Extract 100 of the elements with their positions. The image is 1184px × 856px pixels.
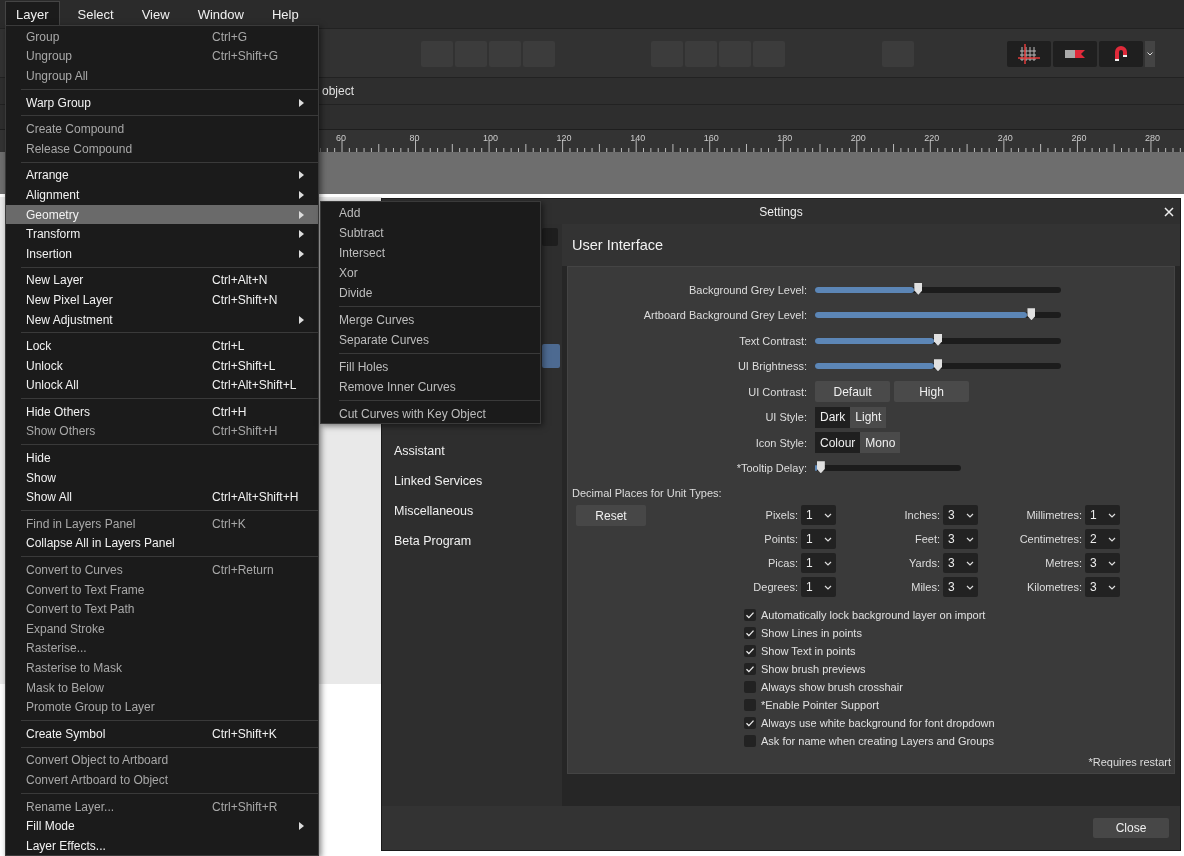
shape-icon[interactable] [1053,41,1097,67]
decimal-dropdown[interactable]: 1 [801,505,836,525]
submenu-arrow-icon [299,315,304,324]
menu-item[interactable]: Unlock All Ctrl+Alt+Shift+L [6,375,318,396]
unit-label: Millimetres: [1026,509,1082,521]
slider-thumb[interactable] [1027,308,1036,321]
menu-item-label: Convert Object to Artboard [26,753,169,768]
decimal-dropdown[interactable]: 3 [943,529,978,549]
segment-button[interactable]: Mono [860,432,901,454]
menu-item[interactable]: Show All Ctrl+Alt+Shift+H [6,487,318,508]
checkbox[interactable] [744,663,756,675]
menu-item-label: Layer Effects... [26,838,106,853]
chevron-down-icon [1108,584,1116,590]
sidebar-highlight [542,344,560,368]
menu-item-label: Show All [26,490,73,505]
checkbox[interactable] [744,717,756,729]
menu-item-label: Show Others [26,424,96,439]
segment-button[interactable]: Light [850,406,887,428]
menu-item[interactable]: New Adjustment [6,309,318,330]
ruler-label: 80 [409,133,420,143]
segment-button[interactable]: Dark [815,406,851,428]
decimal-dropdown[interactable]: 3 [1085,553,1120,573]
menu-item[interactable]: Layer Effects... [6,835,318,856]
menu-item-label: Arrange [26,168,69,183]
decimal-dropdown[interactable]: 1 [801,529,836,549]
checkbox-label: Show Text in points [761,645,856,657]
menu-item[interactable]: New Pixel Layer Ctrl+Shift+N [6,290,318,310]
chevron-down-icon [966,536,974,542]
menu-item-label: Group [26,29,60,44]
slider-thumb[interactable] [816,461,825,474]
menu-item-label: Hide [26,451,51,466]
chevron-down-icon [966,584,974,590]
section-label: Decimal Places for Unit Types: [572,487,723,499]
menu-item-label: New Pixel Layer [26,292,113,307]
sidebar-item[interactable]: Beta Program [382,526,562,556]
sidebar-item[interactable]: Linked Services [382,466,562,496]
menu-bar-item[interactable]: Layer [5,1,60,27]
menu-item[interactable]: Collapse All in Layers Panel [6,533,318,554]
menu-item[interactable]: Create Symbol Ctrl+Shift+K [6,724,318,744]
setting-label: UI Style: [764,411,807,424]
decimal-dropdown[interactable]: 3 [1085,577,1120,597]
chevron-down-icon [1108,536,1116,542]
magnet-icon[interactable] [1099,41,1143,67]
menu-item[interactable]: Warp Group [6,92,318,113]
decimal-dropdown[interactable]: 1 [1085,505,1120,525]
checkbox-label: Always show brush crosshair [761,681,903,693]
checkbox[interactable] [744,627,756,639]
menu-bar-item[interactable]: View [131,1,180,27]
close-button[interactable]: Close [1093,818,1169,838]
option-button[interactable]: High [894,381,969,403]
sidebar-item[interactable]: Assistant [382,436,562,466]
menu-item[interactable]: Lock Ctrl+L [6,336,318,356]
decimal-dropdown[interactable]: 3 [943,505,978,525]
snapping-grid-icon[interactable] [1007,41,1051,67]
menu-item[interactable]: Alignment [6,185,318,205]
sidebar-item[interactable]: Miscellaneous [382,496,562,526]
menu-item[interactable]: Geometry [6,204,318,225]
option-button[interactable]: Default [815,381,890,403]
menu-item[interactable]: Hide [6,448,318,468]
decimal-dropdown[interactable]: 1 [801,553,836,573]
decimal-dropdown[interactable]: 3 [943,553,978,573]
shortcut-text: Ctrl+Shift+N [212,292,278,307]
decimal-dropdown[interactable]: 1 [801,577,836,597]
slider[interactable] [815,337,1061,344]
checkbox[interactable] [744,681,756,693]
shortcut-text: Ctrl+K [212,516,246,531]
unit-label: Degrees: [753,581,798,593]
checkbox[interactable] [744,735,756,747]
menu-item-label: Insertion [26,246,73,261]
segment-button[interactable]: Colour [815,432,861,454]
shortcut-text: Ctrl+Shift+L [212,358,276,373]
search-field[interactable] [542,228,558,246]
chevron-down-icon [966,512,974,518]
menu-item[interactable]: Hide Others Ctrl+H [6,402,318,422]
dialog-title: Settings [759,204,803,219]
checkbox[interactable] [744,699,756,711]
slider-thumb[interactable] [914,282,923,295]
decimal-dropdown[interactable]: 3 [943,577,978,597]
menu-bar-item[interactable]: Help [261,1,309,27]
checkbox[interactable] [744,609,756,621]
slider-thumb[interactable] [934,359,942,372]
menu-item-label: Convert to Text Frame [26,582,145,597]
menu-item[interactable]: Arrange [6,165,318,186]
menu-item-label: Promote Group to Layer [26,700,155,715]
reset-button[interactable]: Reset [576,505,646,526]
dropdown-caret-icon[interactable] [1145,41,1155,67]
menu-bar-item[interactable]: Select [67,1,124,27]
decimal-dropdown[interactable]: 2 [1085,529,1120,549]
menu-item[interactable]: New Layer Ctrl+Alt+N [6,270,318,291]
menu-item[interactable]: Insertion [6,243,318,264]
menu-item[interactable]: Fill Mode [6,816,318,836]
checkbox[interactable] [744,645,756,657]
menu-item[interactable]: Unlock Ctrl+Shift+L [6,355,318,376]
slider-thumb[interactable] [934,333,942,346]
unit-label: Centimetres: [1019,533,1082,545]
menu-item[interactable]: Show [6,467,318,488]
menu-item[interactable]: Transform [6,224,318,244]
close-icon[interactable] [1164,207,1174,217]
menu-bar-item[interactable]: Window [187,1,254,27]
slider[interactable] [815,286,1061,293]
